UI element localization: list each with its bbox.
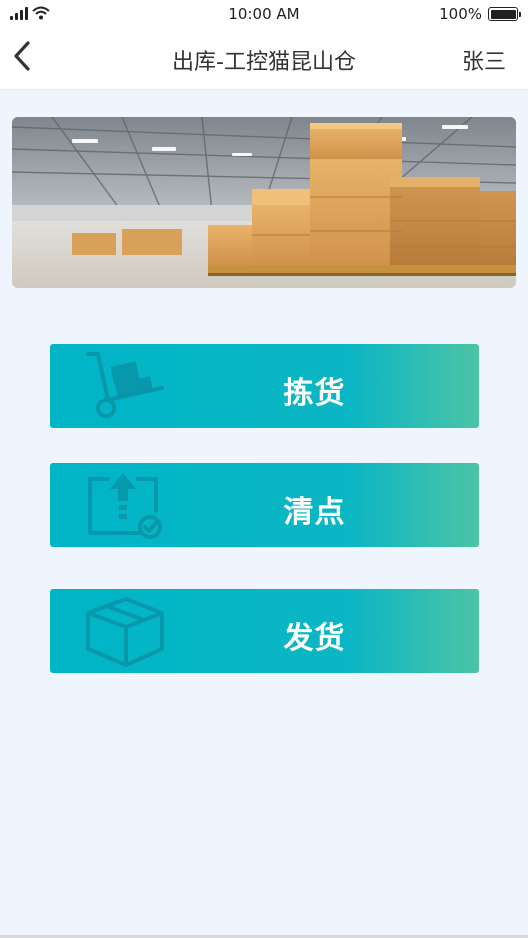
status-right: 100% xyxy=(439,5,521,23)
count-goods-label: 清点 xyxy=(283,495,346,530)
page-title: 出库-工控猫昆山仓 xyxy=(172,50,356,75)
nav-bar: 出库-工控猫昆山仓 张三 xyxy=(0,30,528,90)
battery-level xyxy=(490,9,516,19)
status-bar: 10:00 AM 100% xyxy=(0,0,528,30)
pick-goods-label: 拣货 xyxy=(283,376,346,411)
battery-icon xyxy=(488,7,521,21)
warehouse-banner xyxy=(12,117,516,288)
count-goods-button[interactable]: 清点 xyxy=(50,463,479,547)
battery-percent: 100% xyxy=(439,5,482,23)
pick-goods-button[interactable]: 拣货 xyxy=(50,344,479,428)
ship-goods-button[interactable]: 发货 xyxy=(50,589,479,673)
user-name[interactable]: 张三 xyxy=(462,44,506,76)
warehouse-image xyxy=(12,117,516,288)
ship-goods-label: 发货 xyxy=(283,621,346,656)
